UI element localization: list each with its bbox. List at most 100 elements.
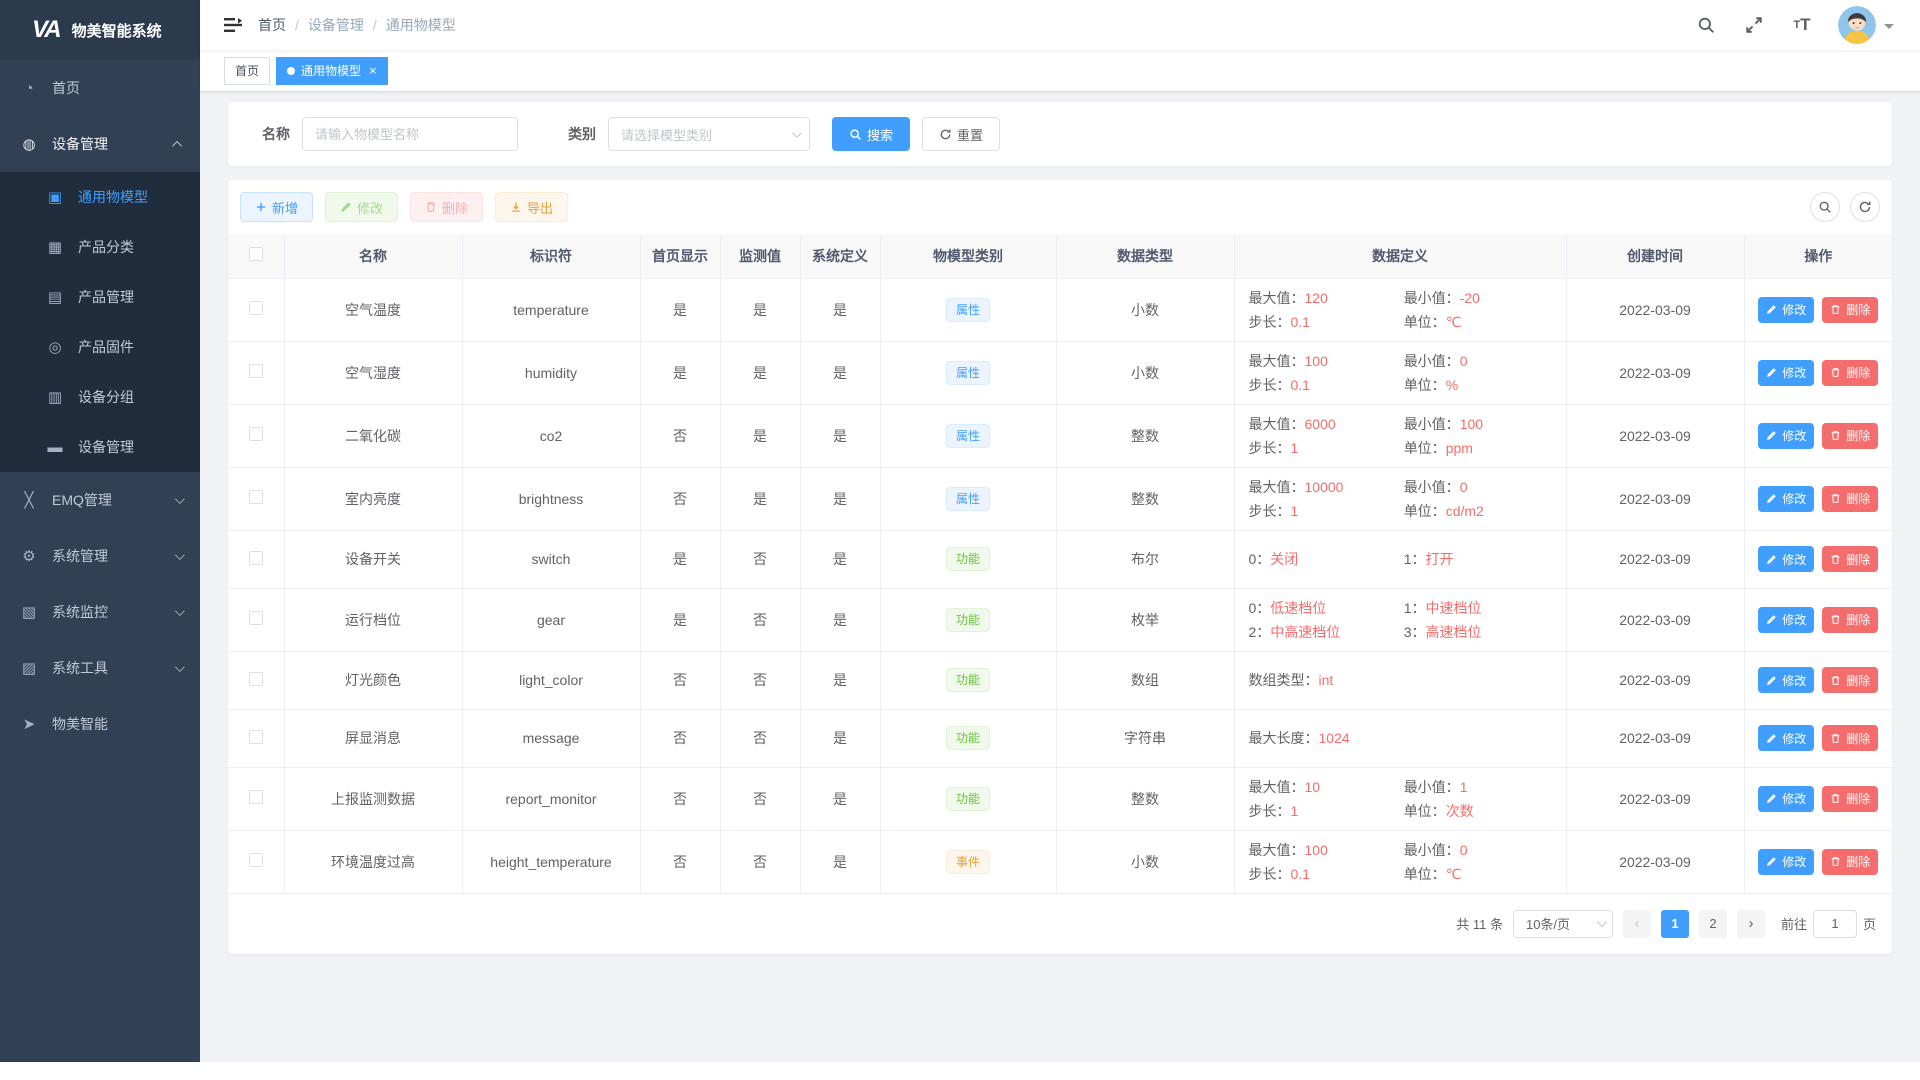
row-delete-button[interactable]: 删除 [1822, 360, 1878, 386]
add-button[interactable]: 新增 [240, 192, 313, 222]
row-edit-button[interactable]: 修改 [1758, 786, 1814, 812]
data-definition-pair: 单位：cd/m2 [1404, 500, 1552, 522]
data-definition-pair: 单位：次数 [1404, 800, 1552, 822]
dashboard-icon: ◔ [20, 80, 38, 97]
row-edit-button[interactable]: 修改 [1758, 667, 1814, 693]
row-delete-button[interactable]: 删除 [1822, 423, 1878, 449]
cell-monitor-value: 否 [720, 588, 800, 651]
sidebar-item-cube[interactable]: ▣通用物模型 [0, 172, 200, 222]
edit-button[interactable]: 修改 [325, 192, 398, 222]
tab-首页[interactable]: 首页 [224, 57, 270, 85]
table-row: 空气湿度humidity是是是属性小数最大值：100最小值：0步长：0.1单位：… [228, 341, 1892, 404]
close-tab-icon[interactable]: × [369, 64, 377, 77]
category-select[interactable]: 请选择模型类别 [608, 117, 810, 151]
monitor-icon: ▧ [20, 603, 38, 621]
row-edit-button[interactable]: 修改 [1758, 546, 1814, 572]
cell-actions: 修改删除 [1744, 341, 1892, 404]
cell-select [228, 341, 284, 404]
fullscreen-icon[interactable] [1734, 0, 1774, 50]
sidebar-item-emq[interactable]: ╳EMQ管理 [0, 472, 200, 528]
table-row: 环境温度过高height_temperature否否是事件小数最大值：100最小… [228, 830, 1892, 893]
table-card: 新增 修改 删除 导出 [228, 180, 1892, 954]
select-all-checkbox[interactable] [249, 247, 263, 261]
category-badge: 属性 [946, 424, 990, 448]
cell-home-display: 否 [640, 467, 720, 530]
breadcrumb-home[interactable]: 首页 [258, 15, 286, 35]
cell-monitor-value: 是 [720, 278, 800, 341]
row-delete-button[interactable]: 删除 [1822, 546, 1878, 572]
cell-created-time: 2022-03-09 [1566, 404, 1744, 467]
row-checkbox[interactable] [249, 301, 263, 315]
row-checkbox[interactable] [249, 551, 263, 565]
row-delete-button[interactable]: 删除 [1822, 725, 1878, 751]
delete-button[interactable]: 删除 [410, 192, 483, 222]
sidebar-item-device[interactable]: ◍设备管理 [0, 116, 200, 172]
row-delete-button[interactable]: 删除 [1822, 849, 1878, 875]
column-header: 监测值 [720, 234, 800, 278]
column-header: 创建时间 [1566, 234, 1744, 278]
row-checkbox[interactable] [249, 364, 263, 378]
export-button[interactable]: 导出 [495, 192, 568, 222]
next-page-button[interactable]: › [1737, 910, 1765, 938]
search-button[interactable]: 搜索 [832, 117, 910, 151]
page-button-1[interactable]: 1 [1661, 910, 1689, 938]
row-edit-button[interactable]: 修改 [1758, 360, 1814, 386]
tab-通用物模型[interactable]: 通用物模型× [276, 57, 388, 85]
row-edit-button[interactable]: 修改 [1758, 725, 1814, 751]
sidebar-item-firmware[interactable]: ◎产品固件 [0, 322, 200, 372]
sidebar-item-label: 系统监控 [52, 602, 108, 622]
navbar-actions: TT [1686, 0, 1902, 50]
goto-page-input[interactable] [1813, 910, 1857, 938]
sidebar-item-label: 物美智能 [52, 714, 108, 734]
sidebar-item-device-group[interactable]: ▥设备分组 [0, 372, 200, 422]
data-definition-pair: 步长：0.1 [1249, 311, 1404, 333]
page-button-2[interactable]: 2 [1699, 910, 1727, 938]
row-delete-button[interactable]: 删除 [1822, 297, 1878, 323]
page-size-select[interactable]: 10条/页 [1513, 910, 1613, 938]
row-edit-button[interactable]: 修改 [1758, 423, 1814, 449]
font-size-icon[interactable]: TT [1782, 0, 1822, 50]
sidebar-toggle-icon[interactable] [200, 17, 258, 33]
data-definition-pair: 最小值：1 [1404, 776, 1552, 798]
cell-identifier: switch [462, 530, 640, 588]
row-checkbox[interactable] [249, 730, 263, 744]
sidebar-item-dashboard[interactable]: ◔首页 [0, 60, 200, 116]
row-checkbox[interactable] [249, 853, 263, 867]
show-search-toggle-button[interactable] [1810, 192, 1840, 222]
row-delete-button[interactable]: 删除 [1822, 607, 1878, 633]
row-edit-button[interactable]: 修改 [1758, 297, 1814, 323]
row-delete-button[interactable]: 删除 [1822, 486, 1878, 512]
row-delete-button[interactable]: 删除 [1822, 667, 1878, 693]
cell-category: 属性 [880, 278, 1056, 341]
header-search-icon[interactable] [1686, 0, 1726, 50]
sidebar-item-send[interactable]: ➤物美智能 [0, 696, 200, 752]
page-number-buttons: 12 [1661, 910, 1727, 938]
user-menu[interactable] [1830, 6, 1902, 44]
sidebar-item-category[interactable]: ▦产品分类 [0, 222, 200, 272]
row-checkbox[interactable] [249, 672, 263, 686]
reset-button[interactable]: 重置 [922, 117, 1000, 151]
sidebar-item-gear[interactable]: ⚙系统管理 [0, 528, 200, 584]
row-edit-button[interactable]: 修改 [1758, 849, 1814, 875]
cell-select [228, 588, 284, 651]
row-checkbox[interactable] [249, 490, 263, 504]
name-filter-input[interactable] [302, 117, 518, 151]
row-delete-button[interactable]: 删除 [1822, 786, 1878, 812]
sidebar-item-tools[interactable]: ▨系统工具 [0, 640, 200, 696]
category-badge: 功能 [946, 547, 990, 571]
prev-page-button[interactable]: ‹ [1623, 910, 1651, 938]
data-definition-pair: 最小值：-20 [1404, 287, 1552, 309]
sidebar-item-monitor[interactable]: ▧ 系统监控 [0, 584, 200, 640]
row-checkbox[interactable] [249, 427, 263, 441]
row-edit-button[interactable]: 修改 [1758, 607, 1814, 633]
row-checkbox[interactable] [249, 611, 263, 625]
device-list-icon: ▬ [46, 439, 64, 456]
cell-name: 二氧化碳 [284, 404, 462, 467]
refresh-table-button[interactable] [1850, 192, 1880, 222]
row-checkbox[interactable] [249, 790, 263, 804]
cell-category: 属性 [880, 404, 1056, 467]
sidebar-item-product[interactable]: ▤产品管理 [0, 272, 200, 322]
user-caret-icon [1884, 24, 1894, 34]
row-edit-button[interactable]: 修改 [1758, 486, 1814, 512]
sidebar-item-device-list[interactable]: ▬设备管理 [0, 422, 200, 472]
